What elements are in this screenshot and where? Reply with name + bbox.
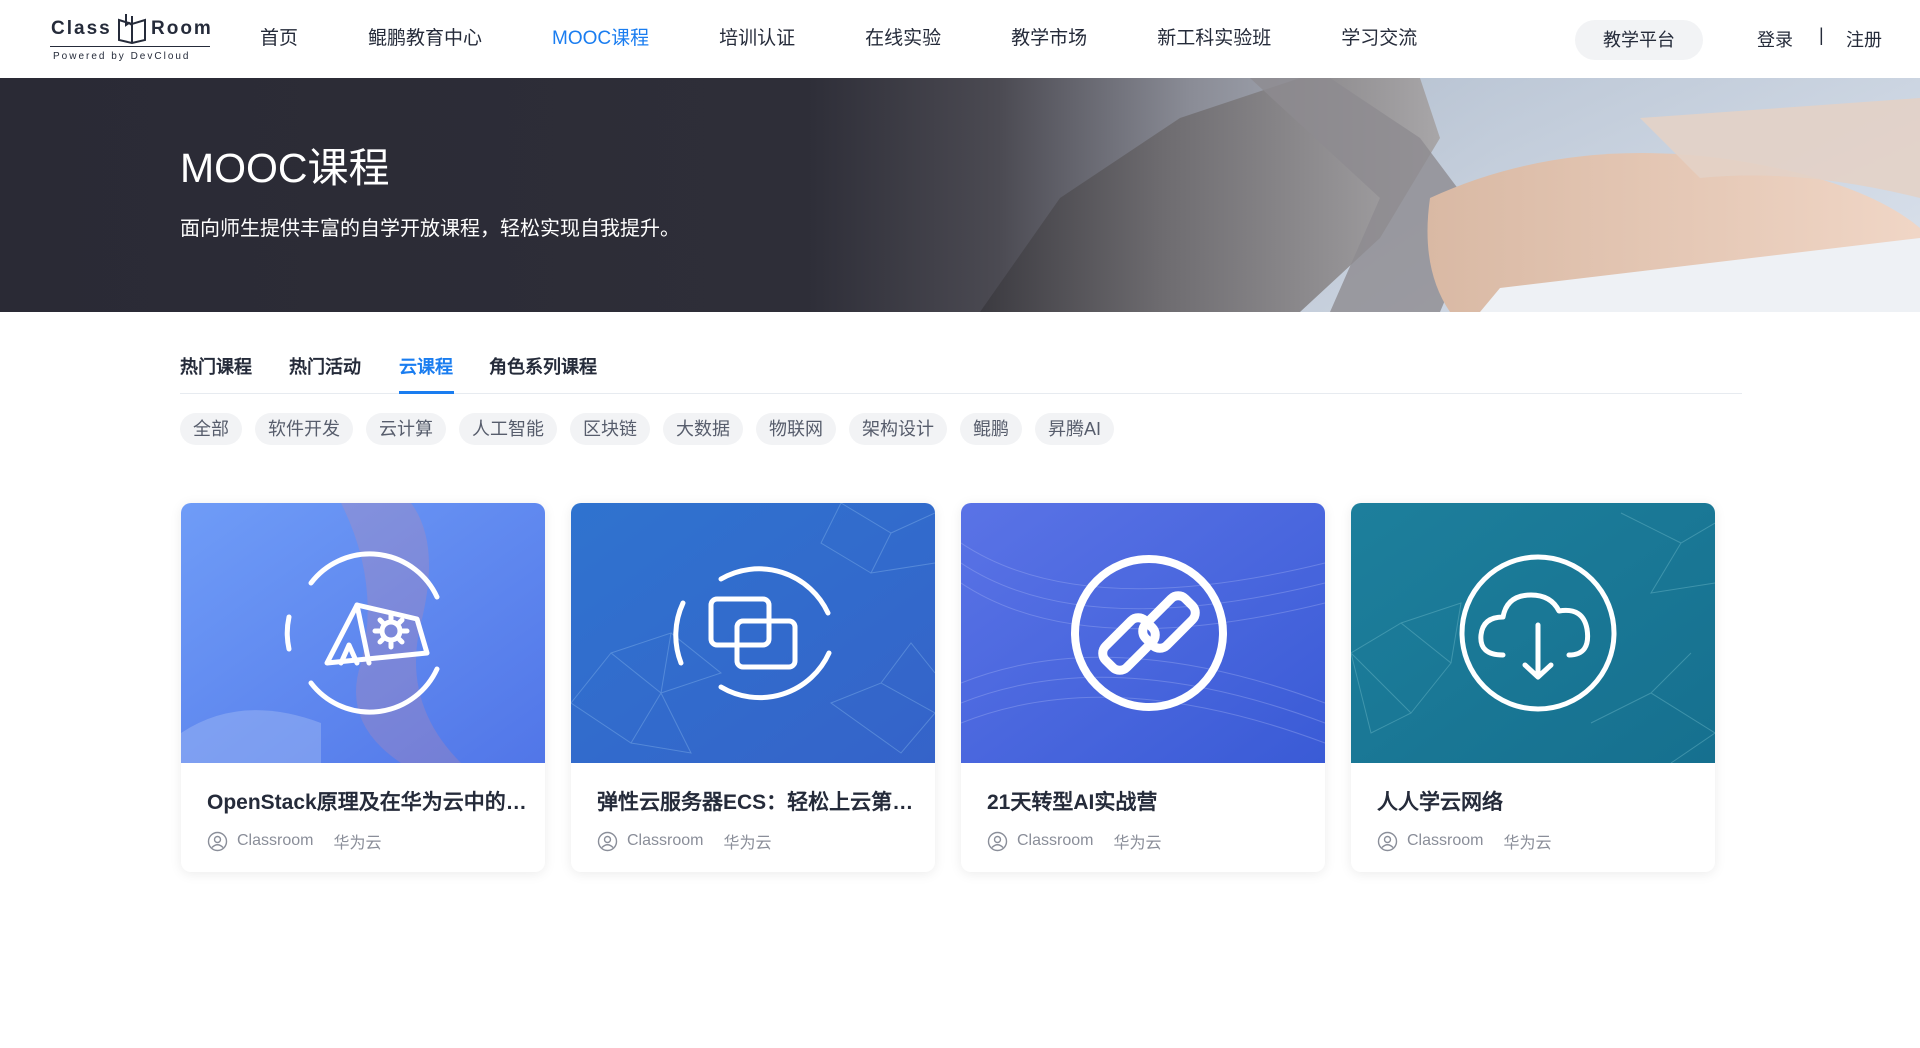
- main-nav: 首页 鲲鹏教育中心 MOOC课程 培训认证 在线实验 教学市场 新工科实验班 学…: [260, 0, 1487, 78]
- course-meta: Classroom 华为云: [597, 829, 771, 853]
- filter-all[interactable]: 全部: [180, 413, 242, 445]
- course-title[interactable]: 21天转型AI实战营: [987, 786, 1307, 816]
- nav-kunpeng-education[interactable]: 鲲鹏教育中心: [368, 0, 482, 78]
- logo-word-class: Class: [51, 18, 112, 39]
- tab-hot-courses[interactable]: 热门课程: [180, 353, 252, 379]
- nav-teaching-market[interactable]: 教学市场: [1011, 0, 1087, 78]
- classroom-logo[interactable]: Class Room Powered by DevCloud: [50, 12, 213, 66]
- user-icon: [207, 831, 228, 851]
- course-title[interactable]: 弹性云服务器ECS：轻松上云第一步: [597, 786, 917, 816]
- tab-role-series[interactable]: 角色系列课程: [489, 353, 597, 379]
- nav-mooc[interactable]: MOOC课程: [552, 0, 649, 78]
- user-icon: [1377, 831, 1398, 851]
- register-link[interactable]: 注册: [1846, 26, 1882, 52]
- course-thumbnail: [961, 503, 1325, 763]
- logo-word-room: Room: [151, 18, 213, 39]
- course-author: Classroom: [1017, 832, 1094, 849]
- course-card[interactable]: 21天转型AI实战营 Classroom 华为云: [961, 503, 1325, 872]
- course-provider: 华为云: [1113, 835, 1162, 852]
- course-thumbnail: [1351, 503, 1715, 763]
- logo-subtitle: Powered by DevCloud: [53, 51, 191, 62]
- course-thumbnail: [571, 503, 935, 763]
- nav-study-exchange[interactable]: 学习交流: [1341, 0, 1417, 78]
- filter-kunpeng[interactable]: 鲲鹏: [960, 413, 1022, 445]
- filter-iot[interactable]: 物联网: [756, 413, 836, 445]
- course-card[interactable]: 人人学云网络 Classroom 华为云: [1351, 503, 1715, 872]
- course-card[interactable]: OpenStack原理及在华为云中的应用 Classroom 华为云: [181, 503, 545, 872]
- nav-home[interactable]: 首页: [260, 0, 298, 78]
- banner-title: MOOC课程: [180, 145, 390, 191]
- category-filters: 全部 软件开发 云计算 人工智能 区块链 大数据 物联网 架构设计 鲲鹏 昇腾A…: [180, 413, 1127, 445]
- course-provider: 华为云: [1503, 835, 1552, 852]
- login-link[interactable]: 登录: [1757, 26, 1793, 52]
- filter-big-data[interactable]: 大数据: [663, 413, 743, 445]
- course-meta: Classroom 华为云: [207, 829, 381, 853]
- filter-blockchain[interactable]: 区块链: [570, 413, 650, 445]
- course-tabs: 热门课程 热门活动 云课程 角色系列课程: [180, 345, 1742, 394]
- banner-subtitle: 面向师生提供丰富的自学开放课程，轻松实现自我提升。: [180, 218, 680, 240]
- nav-new-engineering[interactable]: 新工科实验班: [1157, 0, 1271, 78]
- user-icon: [987, 831, 1008, 851]
- course-title[interactable]: OpenStack原理及在华为云中的应用: [207, 786, 527, 816]
- course-provider: 华为云: [723, 835, 772, 852]
- auth-separator: |: [1819, 25, 1824, 45]
- course-title[interactable]: 人人学云网络: [1377, 786, 1697, 816]
- course-card[interactable]: 弹性云服务器ECS：轻松上云第一步 Classroom 华为云: [571, 503, 935, 872]
- filter-ai[interactable]: 人工智能: [459, 413, 557, 445]
- hero-banner: MOOC课程 面向师生提供丰富的自学开放课程，轻松实现自我提升。: [0, 78, 1920, 312]
- tab-cloud-courses[interactable]: 云课程: [399, 353, 453, 379]
- nav-training[interactable]: 培训认证: [719, 0, 795, 78]
- banner-hands-image: [980, 78, 1920, 312]
- book-icon: [118, 14, 146, 44]
- logo-divider: [50, 46, 210, 47]
- course-meta: Classroom 华为云: [987, 829, 1161, 853]
- course-author: Classroom: [237, 832, 314, 849]
- top-header: Class Room Powered by DevCloud 首页 鲲鹏教育中心…: [0, 0, 1920, 78]
- nav-online-lab[interactable]: 在线实验: [865, 0, 941, 78]
- tab-hot-activities[interactable]: 热门活动: [289, 353, 361, 379]
- course-author: Classroom: [627, 832, 704, 849]
- course-author: Classroom: [1407, 832, 1484, 849]
- course-thumbnail: [181, 503, 545, 763]
- user-icon: [597, 831, 618, 851]
- teaching-platform-button[interactable]: 教学平台: [1575, 20, 1703, 60]
- filter-cloud-computing[interactable]: 云计算: [366, 413, 446, 445]
- filter-ascend-ai[interactable]: 昇腾AI: [1035, 413, 1115, 445]
- active-tab-indicator: [399, 391, 454, 394]
- filter-software-dev[interactable]: 软件开发: [255, 413, 353, 445]
- course-provider: 华为云: [333, 835, 382, 852]
- filter-architecture[interactable]: 架构设计: [849, 413, 947, 445]
- course-meta: Classroom 华为云: [1377, 829, 1551, 853]
